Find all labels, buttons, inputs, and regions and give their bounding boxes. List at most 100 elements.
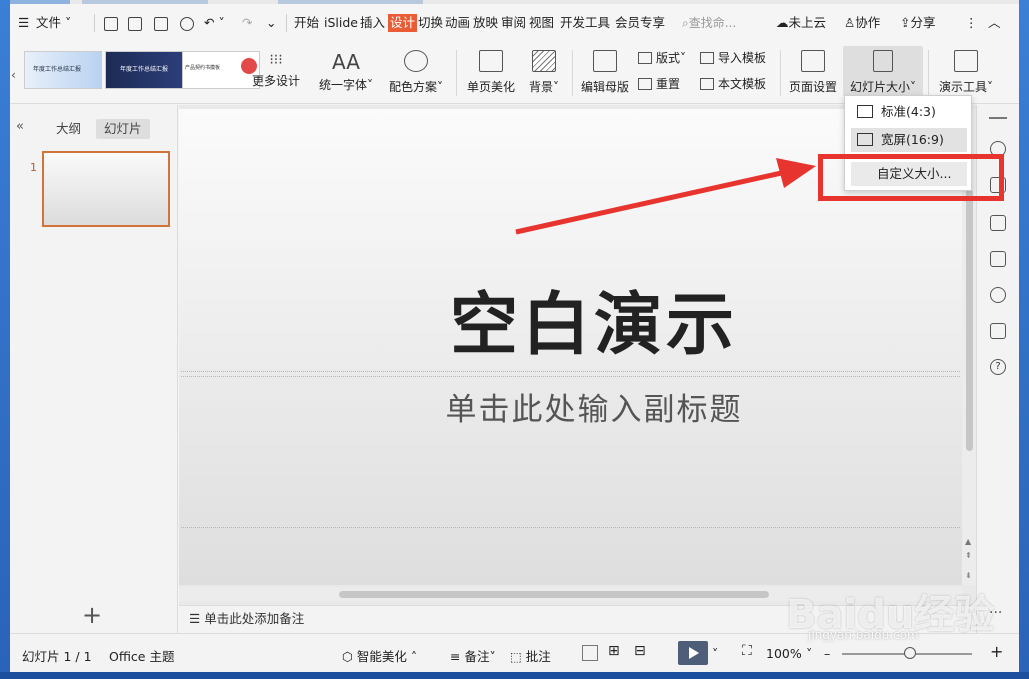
desktop-left-edge xyxy=(0,0,10,679)
smart-beautify-button[interactable]: ⬡ 智能美化 ˄ xyxy=(342,646,417,665)
tab-slides[interactable]: 幻灯片 xyxy=(96,119,150,139)
zoom-out-icon[interactable]: – xyxy=(824,646,830,661)
play-slideshow-button[interactable] xyxy=(678,641,708,665)
tab-review[interactable]: 审阅 xyxy=(501,14,526,32)
theme-thumb-3[interactable]: 产品契约书模板 xyxy=(182,51,260,89)
save-icon[interactable] xyxy=(104,14,118,32)
tab-islide[interactable]: iSlide xyxy=(324,14,358,32)
doc-tab-1[interactable] xyxy=(10,0,70,4)
cube-icon: ⬡ xyxy=(342,649,357,664)
zoom-level[interactable]: 100% xyxy=(766,646,802,661)
template-icon xyxy=(700,78,714,90)
slide-subtitle[interactable]: 单击此处输入副标题 xyxy=(329,384,859,429)
ribbon-scroll-left-icon[interactable]: ‹ xyxy=(11,66,16,84)
sidebar-handle xyxy=(989,117,1007,119)
tab-home[interactable]: 开始 xyxy=(294,14,319,32)
notes-placeholder: 单击此处添加备注 xyxy=(204,611,305,626)
sorter-view-icon[interactable]: ⊞ xyxy=(608,643,620,659)
text-template-button[interactable]: 本文模板 xyxy=(700,75,766,93)
vertical-scroll-thumb[interactable] xyxy=(966,189,973,451)
search-icon: ⌕ xyxy=(682,16,689,30)
theme-thumb-1[interactable]: 年度工作总结汇报 xyxy=(24,51,102,89)
command-search[interactable]: ⌕查找命... xyxy=(682,14,772,32)
zoom-slider-knob[interactable] xyxy=(904,647,916,659)
theme-thumb-2[interactable]: 年度工作总结汇报 xyxy=(105,51,183,89)
image-icon[interactable] xyxy=(990,251,1006,267)
theme-name[interactable]: Office 主题 xyxy=(109,646,174,665)
redo-icon[interactable]: ↷ xyxy=(242,14,252,32)
export-pdf-icon[interactable] xyxy=(128,14,142,32)
color-scheme-button[interactable]: 配色方案˅ xyxy=(386,50,446,95)
page-beautify-button[interactable]: 单页美化 xyxy=(464,50,518,95)
customize-toolbar-icon[interactable]: ⌄ xyxy=(266,14,276,32)
tab-outline[interactable]: 大纲 xyxy=(48,119,89,139)
doc-tab-2[interactable] xyxy=(82,0,208,4)
transition-icon[interactable] xyxy=(990,215,1006,231)
notes-toggle-label: 备注 xyxy=(464,649,490,664)
cloud-label: 未上云 xyxy=(788,15,827,30)
slide-thumbnail[interactable] xyxy=(42,151,170,227)
tab-transition[interactable]: 切换 xyxy=(418,14,443,32)
help-icon[interactable]: ? xyxy=(990,359,1006,375)
standard-label: 标准(4:3) xyxy=(881,104,936,119)
tab-insert[interactable]: 插入 xyxy=(360,14,385,32)
share-button[interactable]: ⇪分享 xyxy=(900,14,936,32)
cloud-status[interactable]: ☁未上云 xyxy=(776,14,826,32)
edit-master-button[interactable]: 编辑母版 xyxy=(578,50,632,95)
hamburger-icon[interactable]: ☰ xyxy=(18,14,29,32)
collaborate-button[interactable]: ♙协作 xyxy=(844,14,880,32)
next-slide-icon[interactable]: ⇟ xyxy=(965,571,972,580)
notes-lines-icon: ≡ xyxy=(450,649,465,664)
reading-view-icon[interactable]: ⊟ xyxy=(634,643,646,659)
template-library-icon[interactable] xyxy=(990,323,1006,339)
doc-tab-3[interactable] xyxy=(278,0,423,4)
horizontal-scroll-thumb[interactable] xyxy=(339,591,769,598)
collapse-ribbon-icon[interactable]: ︿ xyxy=(988,14,1001,32)
notes-toggle[interactable]: ≡ 备注˅ xyxy=(450,646,496,665)
slide-size-icon xyxy=(873,50,893,72)
divider xyxy=(780,50,781,96)
print-preview-icon[interactable] xyxy=(180,14,194,32)
light-icon[interactable] xyxy=(990,287,1006,303)
subtitle-placeholder-border-top xyxy=(181,376,960,377)
presentation-tools-label: 演示工具 xyxy=(938,80,987,94)
tab-view[interactable]: 视图 xyxy=(529,14,554,32)
reset-button[interactable]: 重置 xyxy=(638,75,680,93)
slide-size-button[interactable]: 幻灯片大小˅ xyxy=(843,46,923,96)
watermark-url: jingyan.baidu.com xyxy=(808,628,919,642)
collapse-panel-icon[interactable]: « xyxy=(16,119,24,134)
size-standard-option[interactable]: 标准(4:3) xyxy=(851,100,967,124)
add-slide-icon[interactable]: + xyxy=(82,601,102,629)
scroll-up-icon[interactable]: ▲ xyxy=(965,537,971,546)
slide-title[interactable]: 空白演示 xyxy=(329,269,859,368)
tab-slideshow[interactable]: 放映 xyxy=(473,14,498,32)
tab-member[interactable]: 会员专享 xyxy=(615,14,665,32)
palette-icon xyxy=(404,50,428,72)
color-scheme-label: 配色方案 xyxy=(388,80,437,94)
slideshow-options-icon[interactable]: ˅ xyxy=(712,646,718,661)
import-template-button[interactable]: 导入模板 xyxy=(700,49,766,67)
size-widescreen-option[interactable]: 宽屏(16:9) xyxy=(851,128,967,152)
layout-label: 版式 xyxy=(656,51,681,65)
fit-window-icon[interactable]: ⛶ xyxy=(742,643,752,659)
more-designs-button[interactable]: ⁝⁝⁝ 更多设计 xyxy=(250,52,302,89)
background-button[interactable]: 背景˅ xyxy=(524,50,564,95)
normal-view-icon[interactable] xyxy=(582,645,598,661)
undo-icon[interactable]: ↶ ˅ xyxy=(204,14,225,32)
more-options-icon[interactable]: ⋮ xyxy=(965,14,978,32)
prev-slide-icon[interactable]: ⇞ xyxy=(965,551,972,560)
layout-button[interactable]: 版式˅ xyxy=(638,49,686,67)
tab-developer[interactable]: 开发工具 xyxy=(560,14,610,32)
zoom-in-icon[interactable]: + xyxy=(990,642,1003,661)
tab-animation[interactable]: 动画 xyxy=(445,14,470,32)
page-setup-button[interactable]: 页面设置 xyxy=(786,50,840,95)
file-menu[interactable]: 文件 ˅ xyxy=(36,14,71,32)
edit-master-label: 编辑母版 xyxy=(580,80,629,94)
unify-font-button[interactable]: AA 统一字体˅ xyxy=(316,50,376,93)
comments-button[interactable]: ⬚ 批注 xyxy=(510,646,551,665)
presentation-tools-button[interactable]: 演示工具˅ xyxy=(934,50,998,95)
print-icon[interactable] xyxy=(154,14,168,32)
zoom-dropdown-icon[interactable]: ˅ xyxy=(806,646,812,661)
tab-design[interactable]: 设计 xyxy=(388,14,418,32)
title-placeholder-border xyxy=(181,371,960,372)
